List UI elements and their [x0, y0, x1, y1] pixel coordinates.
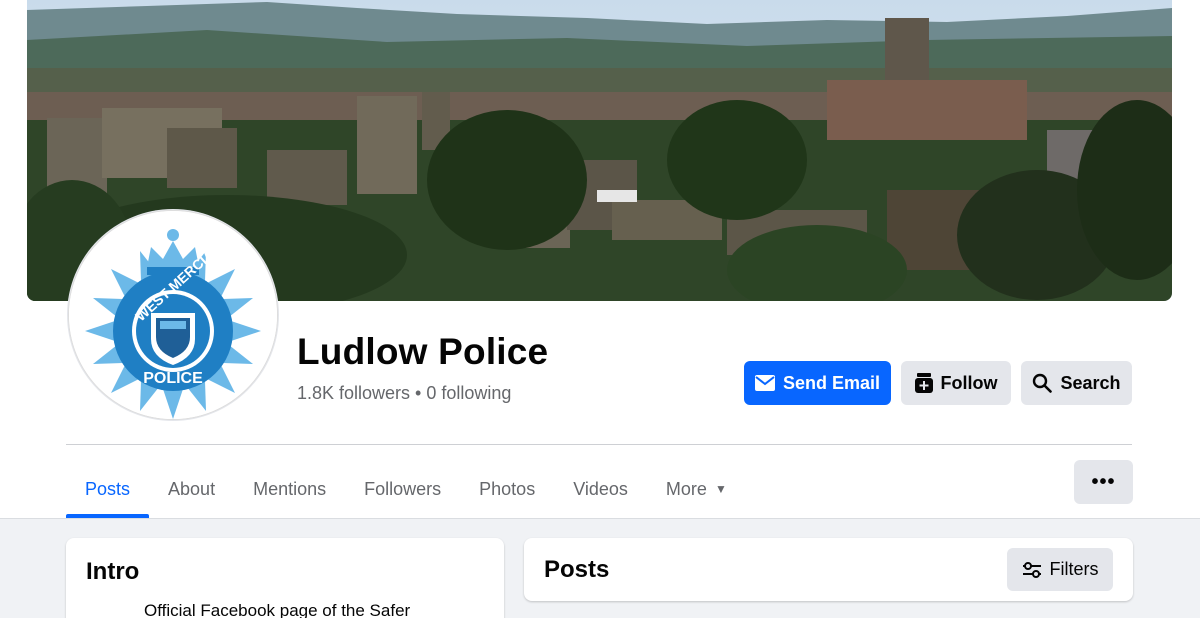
- follower-stats[interactable]: 1.8K followers • 0 following: [297, 383, 511, 404]
- search-label: Search: [1060, 372, 1121, 393]
- filters-button[interactable]: Filters: [1007, 548, 1113, 591]
- tab-label: Videos: [573, 478, 628, 499]
- tab-label: More: [665, 478, 707, 499]
- profile-picture[interactable]: WEST MERCIA POLICE: [68, 210, 278, 420]
- tab-followers[interactable]: Followers: [345, 460, 460, 518]
- search-button[interactable]: Search: [1021, 361, 1132, 405]
- tab-label: Mentions: [253, 478, 327, 499]
- intro-card: Intro Official Facebook page of the Safe…: [66, 538, 504, 618]
- intro-title: Intro: [86, 558, 140, 585]
- filters-label: Filters: [1049, 559, 1099, 579]
- send-email-button[interactable]: Send Email: [744, 361, 891, 405]
- tab-photos[interactable]: Photos: [460, 460, 554, 518]
- tab-videos[interactable]: Videos: [554, 460, 647, 518]
- follow-label: Follow: [940, 372, 998, 393]
- more-options-button[interactable]: •••: [1074, 460, 1133, 504]
- page-title: Ludlow Police: [297, 331, 549, 372]
- west-mercia-police-logo: WEST MERCIA POLICE: [69, 211, 277, 419]
- profile-tabs: Posts About Mentions Followers Photos Vi…: [66, 460, 746, 518]
- intro-text: Official Facebook page of the Safer: [144, 601, 411, 618]
- tab-posts[interactable]: Posts: [66, 460, 150, 518]
- page-header: WEST MERCIA POLICE Ludlow Police 1.8K fo…: [0, 0, 1200, 519]
- tab-label: Followers: [364, 478, 442, 499]
- logo-ring-text-bottom: POLICE: [143, 370, 203, 387]
- follow-plus-icon: [914, 373, 933, 393]
- envelope-icon: [754, 375, 775, 391]
- send-email-label: Send Email: [782, 372, 881, 393]
- tab-label: Posts: [85, 478, 131, 499]
- caret-down-icon: ▼: [714, 482, 727, 496]
- posts-title: Posts: [544, 556, 610, 583]
- tab-mentions[interactable]: Mentions: [234, 460, 345, 518]
- sliders-icon: [1022, 561, 1041, 578]
- tab-label: About: [168, 478, 216, 499]
- tab-more[interactable]: More ▼: [647, 460, 746, 518]
- tab-about[interactable]: About: [149, 460, 234, 518]
- posts-card: Posts Filters: [524, 538, 1133, 601]
- search-icon: [1033, 373, 1053, 393]
- follow-button[interactable]: Follow: [901, 361, 1011, 405]
- header-divider: [66, 444, 1132, 445]
- tab-label: Photos: [479, 478, 536, 499]
